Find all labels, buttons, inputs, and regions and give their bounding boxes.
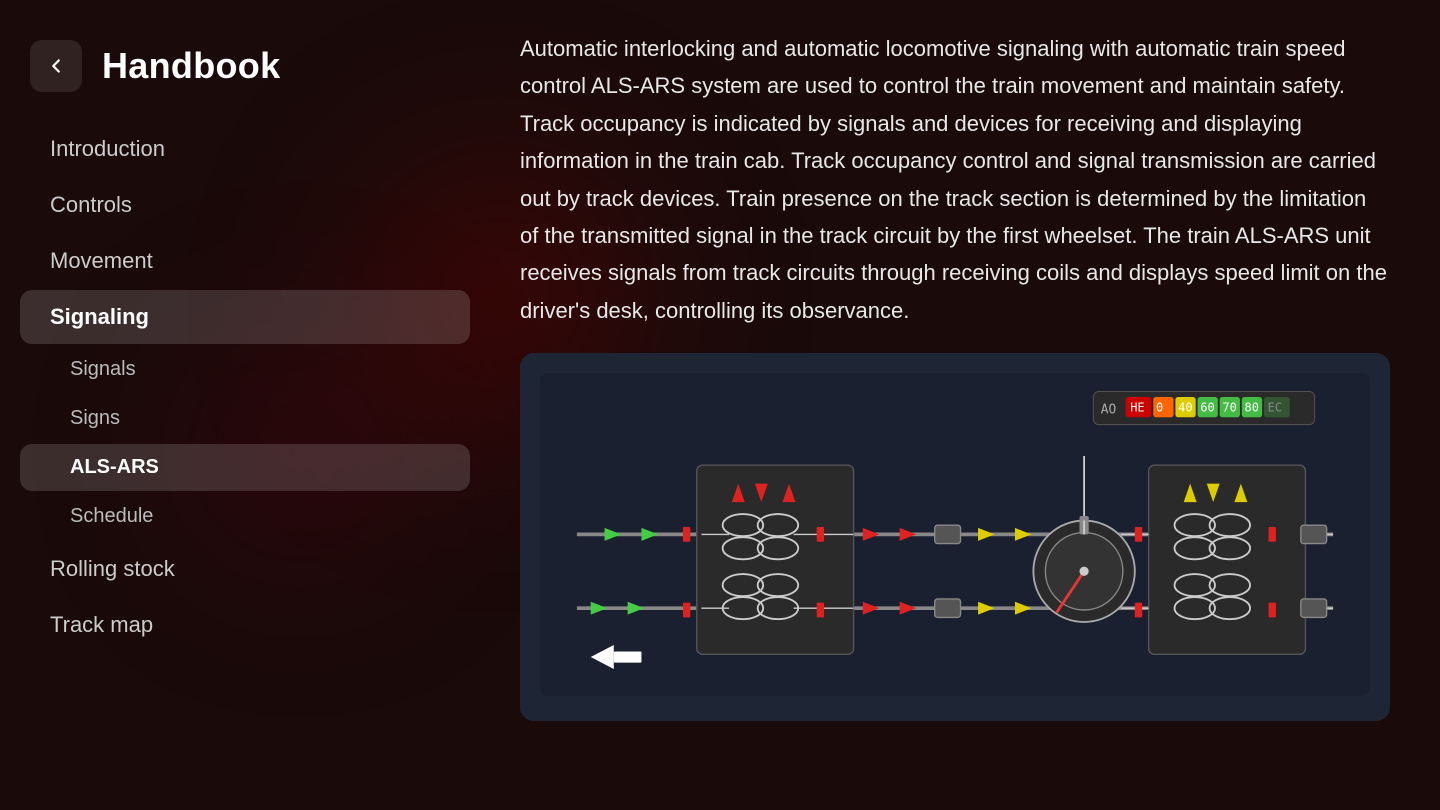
- sidebar: Handbook IntroductionControlsMovementSig…: [0, 0, 490, 810]
- svg-text:40: 40: [1178, 401, 1192, 415]
- sidebar-item-rolling-stock[interactable]: Rolling stock: [20, 542, 470, 596]
- back-button[interactable]: [30, 40, 82, 92]
- sidebar-item-signaling[interactable]: Signaling: [20, 290, 470, 344]
- diagram-svg: АО НЕ 0 40 60 70 80 ЕС: [540, 373, 1370, 696]
- header: Handbook: [0, 30, 490, 122]
- svg-text:ЕС: ЕС: [1268, 401, 1282, 415]
- app-title: Handbook: [102, 45, 280, 87]
- sidebar-sub-item-signals[interactable]: Signals: [20, 346, 470, 393]
- svg-text:0: 0: [1156, 401, 1163, 415]
- svg-text:60: 60: [1200, 401, 1214, 415]
- sidebar-item-introduction[interactable]: Introduction: [20, 122, 470, 176]
- sidebar-sub-item-schedule[interactable]: Schedule: [20, 493, 470, 540]
- sidebar-item-controls[interactable]: Controls: [20, 178, 470, 232]
- sidebar-sub-item-signs[interactable]: Signs: [20, 395, 470, 442]
- sidebar-sub-item-als-ars[interactable]: ALS-ARS: [20, 444, 470, 491]
- svg-text:АО: АО: [1101, 403, 1117, 418]
- diagram-inner: АО НЕ 0 40 60 70 80 ЕС: [520, 353, 1390, 721]
- sidebar-item-track-map[interactable]: Track map: [20, 598, 470, 652]
- svg-text:80: 80: [1245, 401, 1259, 415]
- sidebar-item-movement[interactable]: Movement: [20, 234, 470, 288]
- nav-list: IntroductionControlsMovementSignalingSig…: [0, 122, 490, 652]
- svg-text:НЕ: НЕ: [1130, 401, 1144, 415]
- content-text: Automatic interlocking and automatic loc…: [520, 30, 1390, 329]
- svg-text:70: 70: [1222, 401, 1236, 415]
- main-content: Automatic interlocking and automatic loc…: [490, 0, 1440, 810]
- diagram-container: АО НЕ 0 40 60 70 80 ЕС: [520, 353, 1390, 721]
- app-container: Handbook IntroductionControlsMovementSig…: [0, 0, 1440, 810]
